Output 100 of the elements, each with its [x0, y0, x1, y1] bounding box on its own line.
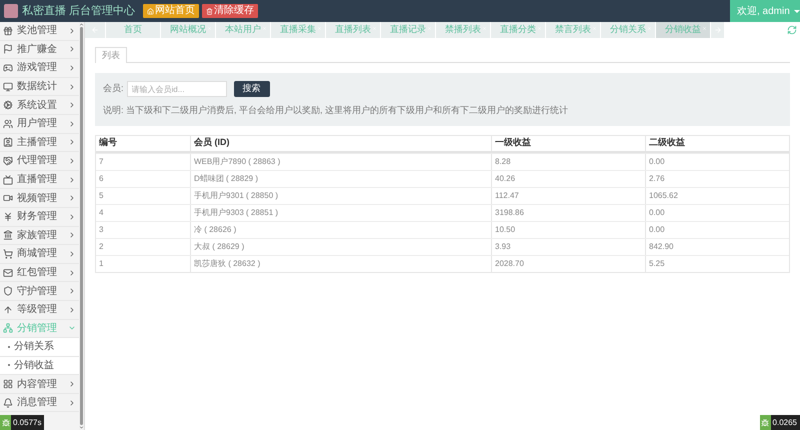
sidebar-label: 家族管理 — [17, 228, 58, 243]
sidebar-label: 数据统计 — [17, 80, 58, 94]
table-cell: 0.00 — [645, 154, 789, 170]
flag-icon — [3, 44, 13, 54]
chevron-icon — [68, 45, 76, 54]
chevron-icon — [68, 82, 76, 91]
chevron-icon — [68, 212, 76, 221]
table-cell: 0.00 — [645, 204, 789, 220]
table-cell: 大叔 ( 28629 ) — [190, 238, 491, 254]
table-cell: 冷 ( 28626 ) — [190, 222, 491, 238]
monitor-icon — [3, 174, 13, 185]
gift-icon — [3, 26, 13, 36]
sidebar-label: 红包管理 — [17, 266, 58, 280]
table-cell: 2028.70 — [491, 256, 645, 272]
scroll-up-icon — [79, 22, 84, 27]
yen-icon — [3, 212, 13, 222]
video-camera-icon — [3, 193, 13, 204]
column-header: 一级收益 — [491, 136, 645, 150]
arrow-up-icon — [3, 304, 13, 315]
chevron-icon — [68, 306, 76, 314]
clear-cache-button[interactable]: 清除缓存 — [202, 4, 258, 18]
table-cell: WEB用户7890 ( 28863 ) — [190, 154, 491, 170]
table-cell-text: 7 — [98, 156, 104, 168]
grid-icon — [3, 379, 13, 390]
chevron-icon — [68, 268, 76, 277]
table-cell: 3.93 — [491, 238, 645, 254]
sidebar-label: 代理管理 — [17, 154, 58, 168]
sidebar-label: 系统设置 — [17, 98, 58, 113]
sidebar-label: 分销管理 — [17, 322, 58, 336]
table-cell: D蜡味团 ( 28829 ) — [190, 170, 491, 186]
table-cell: 112.47 — [491, 188, 645, 204]
app-title: 私密直播 后台管理中心 — [22, 4, 136, 19]
monitor-icon — [3, 82, 13, 92]
scrollbar[interactable] — [79, 22, 84, 430]
home-icon — [147, 8, 154, 14]
sidebar-label: 等级管理 — [17, 303, 58, 318]
table-cell-text: 5 — [98, 190, 104, 202]
bell-icon — [3, 398, 13, 408]
refresh-icon[interactable] — [787, 25, 797, 35]
table-cell: 10.50 — [491, 222, 645, 238]
chevron-icon — [68, 138, 76, 146]
table-cell: 0.00 — [645, 222, 789, 238]
chevron-icon — [68, 120, 76, 128]
bug-icon — [2, 418, 10, 426]
column-header: 编号 — [98, 136, 118, 150]
sidebar-label: 消息管理 — [17, 396, 58, 410]
shield-icon — [3, 286, 13, 296]
chevron-icon — [68, 194, 76, 202]
sidebar-label: 主播管理 — [17, 136, 58, 150]
column-header: 会员 (ID) — [190, 136, 491, 150]
users-icon — [3, 118, 13, 129]
chevron-icon — [68, 231, 76, 240]
bug-icon — [761, 418, 770, 426]
table-cell-text: 4 — [98, 206, 104, 218]
chevron-icon — [68, 26, 76, 35]
chevron-icon — [68, 250, 76, 258]
table-cell: 凯莎唐狄 ( 28632 ) — [190, 256, 491, 272]
chevron-icon — [68, 101, 76, 110]
sidebar-label: 视频管理 — [17, 192, 58, 206]
gears-icon — [3, 100, 13, 110]
chevron-icon — [68, 176, 76, 184]
table-cell: 5.25 — [645, 256, 789, 272]
column-header: 二级收益 — [645, 136, 789, 150]
debug-timer-badge[interactable]: 0.0577s — [0, 415, 44, 430]
scroll-down-icon — [79, 425, 84, 430]
sidebar-label: 内容管理 — [17, 378, 58, 392]
debug-timer-badge[interactable]: 0.0265 — [760, 415, 800, 430]
table-cell: 手机用户9301 ( 28850 ) — [190, 188, 491, 204]
table-cell-text: 3 — [98, 224, 104, 236]
search-button[interactable]: 搜索 — [234, 81, 270, 97]
envelope-icon — [3, 268, 13, 278]
sidebar-label: 游戏管理 — [17, 60, 58, 76]
caret-icon — [794, 10, 800, 12]
chevron-icon — [68, 64, 76, 72]
sidebar-label: 奖池管理 — [17, 24, 58, 38]
sidebar-label: 财务管理 — [17, 210, 58, 224]
sidebar-label: 推广赚金 — [17, 42, 58, 57]
chevron-icon — [68, 287, 76, 296]
handshake-icon — [3, 156, 13, 166]
table-cell: 3198.86 — [491, 204, 645, 220]
sidebar-label: 守护管理 — [17, 284, 58, 299]
sidebar-subitem[interactable]: 分销收益 — [0, 356, 79, 376]
table-cell: 40.26 — [491, 170, 645, 186]
gamepad-icon — [3, 62, 13, 73]
note-text: 说明: 当下级和下二级用户消费后, 平台会给用户以奖励, 这里将用户的所有下级用户和所有下二级用户的奖励进行统计 — [103, 104, 570, 117]
table-cell-text: 6 — [98, 172, 104, 184]
table-cell: 手机用户9303 ( 28851 ) — [190, 204, 491, 220]
trash-icon — [206, 8, 214, 14]
table-cell-text: 1 — [98, 258, 104, 270]
cart-icon — [3, 248, 13, 259]
chevron-icon — [68, 156, 76, 165]
member-label: 会员: — [103, 82, 124, 96]
chevron-icon — [68, 398, 76, 407]
sidebar-label: 用户管理 — [17, 116, 58, 132]
table-cell: 8.28 — [491, 154, 645, 170]
bank-icon — [3, 230, 13, 240]
sidebar-subitem[interactable]: 分销关系 — [0, 338, 79, 357]
table-cell: 842.90 — [645, 238, 789, 254]
member-id-field[interactable]: 请输入会员id... — [126, 81, 227, 97]
sidebar-label: 直播管理 — [17, 172, 58, 188]
